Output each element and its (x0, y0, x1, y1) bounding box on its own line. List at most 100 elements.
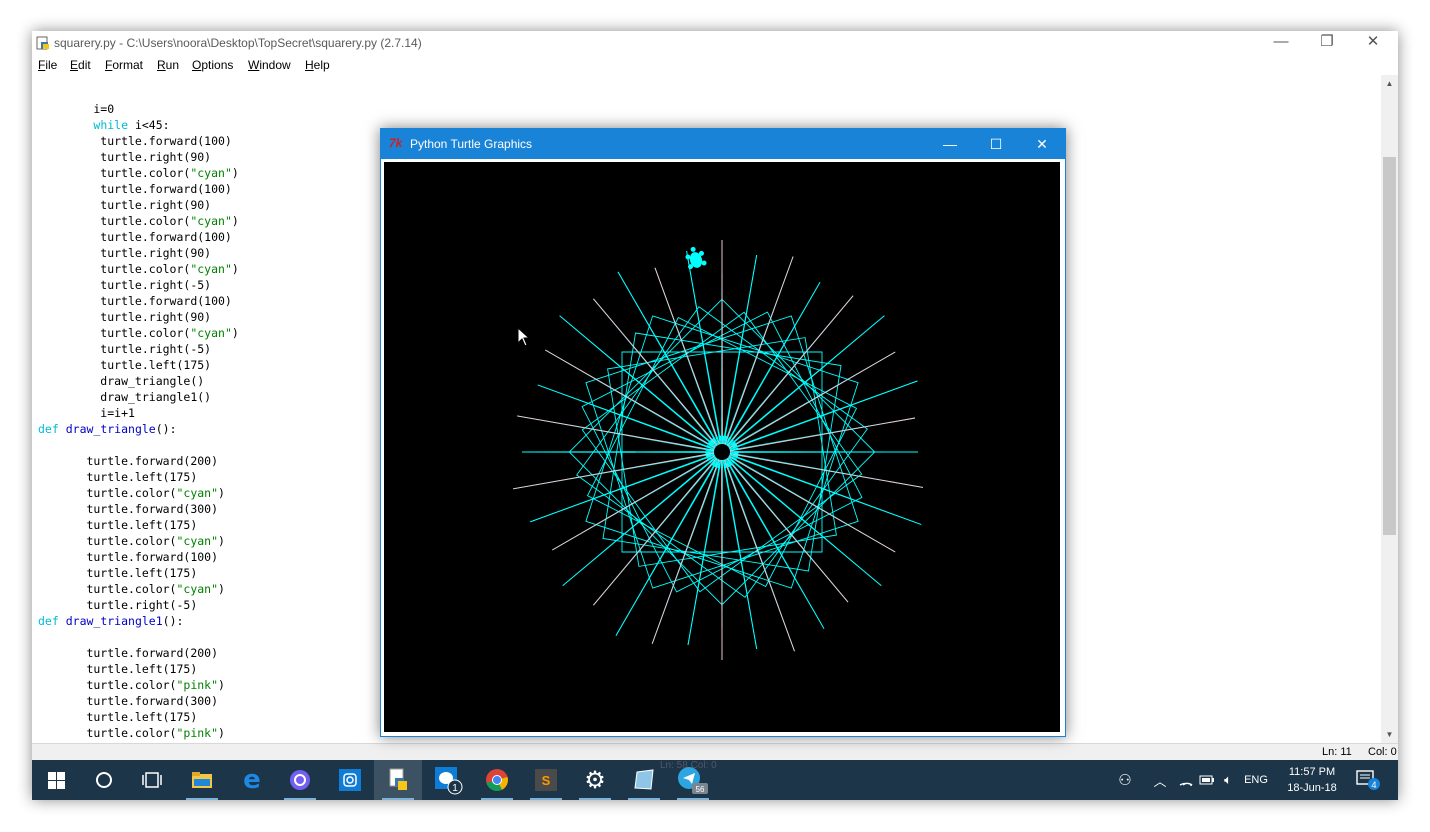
turtle-minimize-button[interactable]: — (927, 129, 973, 159)
speaker-icon: 🔈︎ (1224, 772, 1232, 787)
taskbar-edge[interactable]: e (228, 760, 276, 800)
scroll-down-icon[interactable]: ▼ (1381, 726, 1398, 743)
maximize-icon: ☐ (989, 136, 1003, 152)
clock[interactable]: 11:57 PM 18-Jun-18 (1277, 764, 1347, 796)
notification-icon: 4 (1356, 770, 1380, 790)
close-icon: ✕ (1036, 136, 1048, 152)
taskbar-settings[interactable]: ⚙ (571, 760, 619, 800)
spike-line (559, 315, 717, 447)
task-view-button[interactable] (128, 760, 176, 800)
menu-file[interactable]: File (38, 58, 57, 72)
running-indicator (530, 798, 562, 800)
action-center-button[interactable]: 4 (1352, 760, 1386, 800)
menu-format[interactable]: Format (105, 58, 143, 72)
taskbar-viber[interactable] (276, 760, 324, 800)
menu-bar: File Edit Format Run Options Window Help (32, 55, 1398, 75)
sublime-text-icon: S (535, 769, 557, 791)
close-button[interactable]: ✕ (1350, 31, 1396, 55)
taskbar-python[interactable] (374, 760, 422, 800)
minimize-icon: — (943, 136, 957, 152)
taskbar-sublime[interactable]: S (522, 760, 570, 800)
clock-date: 18-Jun-18 (1287, 782, 1337, 794)
line-number: Ln: 11 (1322, 746, 1352, 758)
chrome-icon (486, 769, 508, 791)
turtle-maximize-button[interactable]: ☐ (973, 129, 1019, 159)
spike-line (552, 455, 716, 551)
show-hidden-icons-button[interactable]: ︿ (1150, 760, 1170, 800)
pattern-center-dot (719, 449, 725, 455)
messenger-icon: 1 (435, 767, 463, 795)
battery-icon (1199, 775, 1214, 785)
instagram-icon (339, 769, 361, 791)
turtle-close-button[interactable]: ✕ (1019, 129, 1065, 159)
folder-icon (192, 772, 212, 788)
tk-icon: 7k (389, 136, 403, 150)
mouse-cursor-icon (517, 327, 531, 347)
restore-button[interactable]: ❐ (1304, 31, 1350, 55)
taskbar: Ln: 58 Col: 0 e 1 S ⚙ 56 ⚇ ︿ 🔈︎ ENG 11:5… (32, 760, 1398, 800)
spike-line (725, 458, 825, 629)
scroll-thumb[interactable] (1383, 157, 1396, 535)
menu-options[interactable]: Options (192, 58, 233, 72)
language-indicator[interactable]: ENG (1240, 760, 1272, 800)
edge-icon: e (243, 765, 261, 795)
vertical-scrollbar[interactable]: ▲ ▼ (1381, 75, 1398, 743)
svg-text:S: S (542, 773, 551, 788)
telegram-badge: 56 (696, 785, 705, 794)
running-indicator (284, 798, 316, 800)
taskbar-instagram[interactable] (326, 760, 374, 800)
turtle-graphics-window: 7k Python Turtle Graphics — ☐ ✕ (380, 128, 1066, 737)
taskbar-messenger[interactable]: 1 (424, 760, 472, 800)
cortana-button[interactable] (80, 760, 128, 800)
people-icon: ⚇ (1118, 772, 1132, 789)
battery-button[interactable] (1198, 760, 1216, 800)
start-button[interactable] (32, 760, 80, 800)
running-indicator (186, 798, 218, 800)
task-view-icon (142, 772, 162, 788)
python-file-icon (389, 768, 407, 790)
taskbar-telegram[interactable]: 56 (669, 760, 717, 800)
gear-icon: ⚙ (584, 766, 606, 794)
taskbar-app-cube[interactable] (620, 760, 668, 800)
running-indicator (382, 798, 414, 800)
running-indicator (579, 798, 611, 800)
column-number: Col: 0 (1368, 746, 1397, 758)
title-bar[interactable]: squarery.py - C:\Users\noora\Desktop\Top… (32, 31, 1398, 55)
turtle-title-bar[interactable]: 7k Python Turtle Graphics — ☐ ✕ (381, 129, 1065, 159)
turtle-pattern (513, 239, 923, 661)
telegram-icon: 56 (678, 767, 708, 794)
code-text[interactable]: i=0 while i<45: turtle.forward(100) turt… (38, 101, 239, 741)
spike-line (728, 351, 896, 449)
running-indicator (628, 798, 660, 800)
wifi-icon (1179, 782, 1193, 786)
close-icon: ✕ (1366, 33, 1380, 50)
menu-help[interactable]: Help (305, 58, 330, 72)
restore-icon: ❐ (1320, 33, 1334, 50)
taskbar-file-explorer[interactable] (178, 760, 226, 800)
menu-window[interactable]: Window (248, 58, 291, 72)
spike-line (727, 295, 854, 447)
windows-logo-icon (47, 771, 65, 789)
menu-run[interactable]: Run (157, 58, 179, 72)
scroll-up-icon[interactable]: ▲ (1381, 75, 1398, 92)
language-label: ENG (1244, 774, 1268, 786)
search-circle-icon (96, 772, 112, 788)
minimize-button[interactable]: — (1258, 31, 1304, 55)
turtle-canvas[interactable] (384, 162, 1060, 732)
people-button[interactable]: ⚇ (1112, 760, 1138, 800)
running-indicator (677, 798, 709, 800)
status-bar: Ln: 11 Col: 0 (32, 743, 1398, 760)
running-indicator (481, 798, 513, 800)
turtle-drawing (513, 239, 923, 661)
minimize-icon: — (1273, 33, 1289, 50)
network-button[interactable] (1176, 760, 1196, 800)
menu-edit[interactable]: Edit (70, 58, 91, 72)
volume-button[interactable]: 🔈︎ (1218, 760, 1238, 800)
clock-time: 11:57 PM (1288, 766, 1336, 778)
messenger-badge: 1 (452, 783, 458, 794)
python-file-icon (36, 36, 49, 50)
window-title: squarery.py - C:\Users\noora\Desktop\Top… (54, 36, 422, 50)
chevron-up-icon: ︿ (1153, 773, 1167, 789)
taskbar-chrome[interactable] (473, 760, 521, 800)
notification-badge: 4 (1371, 780, 1376, 790)
